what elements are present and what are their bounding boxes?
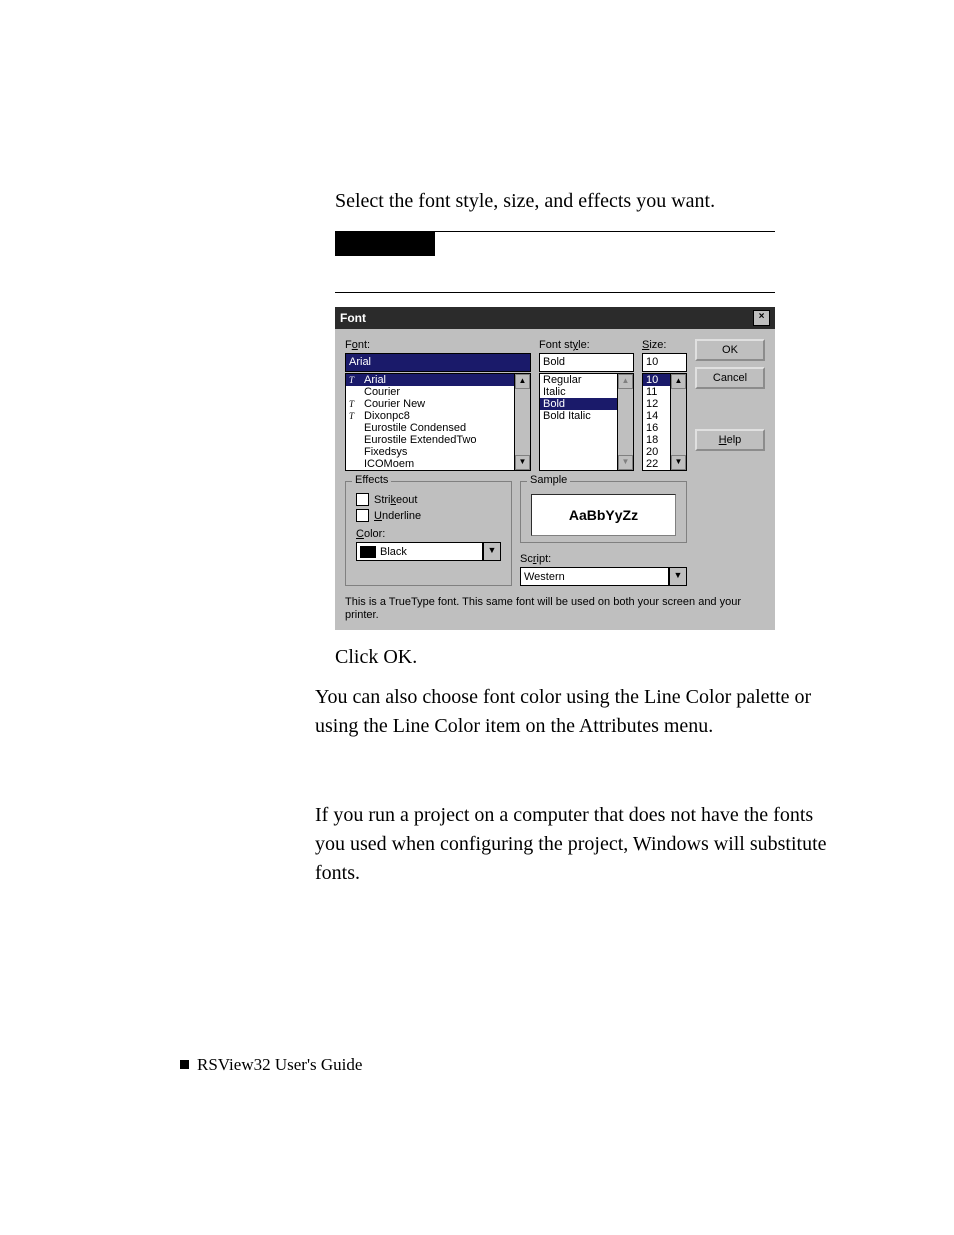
chevron-down-icon[interactable]: ▼ [483, 542, 501, 561]
color-swatch-icon [360, 546, 376, 558]
instruction-text: Select the font style, size, and effects… [335, 190, 834, 213]
body-paragraph: You can also choose font color using the… [315, 683, 834, 741]
effects-group: Effects Strikeout Underline Color: Black… [345, 481, 512, 586]
scrollbar[interactable]: ▲▼ [514, 373, 531, 471]
ok-button[interactable]: OK [695, 339, 765, 361]
list-item: TCourier New [346, 398, 515, 410]
list-item: Eurostile ExtendedTwo [346, 434, 515, 446]
scroll-down-icon: ▼ [515, 455, 530, 470]
list-item: 20 [643, 446, 671, 458]
script-combo[interactable]: Western ▼ [520, 567, 687, 586]
color-combo[interactable]: Black ▼ [356, 542, 501, 561]
font-list[interactable]: TArial Courier TCourier New TDixonpc8 Eu… [345, 373, 531, 471]
size-input[interactable]: 10 [642, 353, 687, 372]
list-item: ICOMoem [346, 458, 515, 470]
sample-legend: Sample [527, 474, 570, 486]
list-item: TDixonpc8 [346, 410, 515, 422]
dialog-title: Font [340, 311, 366, 325]
list-item: 12 [643, 398, 671, 410]
scroll-up-icon: ▲ [515, 374, 530, 389]
body-paragraph: If you run a project on a computer that … [315, 801, 834, 888]
underline-checkbox[interactable]: Underline [356, 509, 501, 522]
color-label: Color: [356, 528, 501, 540]
help-button[interactable]: Help [695, 429, 765, 451]
divider [335, 292, 775, 293]
redacted-block [335, 232, 435, 256]
scroll-down-icon: ▼ [618, 455, 633, 470]
checkbox-icon [356, 509, 369, 522]
list-item: Fixedsys [346, 446, 515, 458]
scrollbar[interactable]: ▲▼ [670, 373, 687, 471]
truetype-icon: T [349, 374, 361, 386]
list-item: Bold Italic [540, 410, 618, 422]
close-icon[interactable]: × [753, 310, 770, 326]
list-item: Regular [540, 374, 618, 386]
list-item: Italic [540, 386, 618, 398]
truetype-icon: T [349, 410, 361, 422]
truetype-icon: T [349, 398, 361, 410]
effects-legend: Effects [352, 474, 391, 486]
style-label: Font style: [539, 339, 634, 351]
cancel-button[interactable]: Cancel [695, 367, 765, 389]
step-text: Click OK. [335, 646, 834, 669]
list-item: TArial [346, 374, 515, 386]
list-item: 16 [643, 422, 671, 434]
list-item: 14 [643, 410, 671, 422]
font-label: Font: [345, 339, 531, 351]
scroll-up-icon: ▲ [671, 374, 686, 389]
font-dialog: Font × Font: Arial TArial Courier TCouri… [335, 307, 775, 630]
list-item: Courier [346, 386, 515, 398]
font-input[interactable]: Arial [345, 353, 531, 372]
list-item: 18 [643, 434, 671, 446]
scroll-up-icon: ▲ [618, 374, 633, 389]
list-item: 10 [643, 374, 671, 386]
style-input[interactable]: Bold [539, 353, 634, 372]
dialog-titlebar: Font × [335, 307, 775, 329]
script-label: Script: [520, 553, 687, 565]
list-item: 11 [643, 386, 671, 398]
sample-text: AaBbYyZz [531, 494, 676, 536]
scroll-down-icon: ▼ [671, 455, 686, 470]
list-item: Bold [540, 398, 618, 410]
strikeout-checkbox[interactable]: Strikeout [356, 493, 501, 506]
page-footer: RSView32 User's Guide [180, 1055, 362, 1075]
list-item: Eurostile Condensed [346, 422, 515, 434]
bullet-icon [180, 1060, 189, 1069]
font-note: This is a TrueType font. This same font … [345, 596, 765, 622]
list-item: 22 [643, 458, 671, 470]
checkbox-icon [356, 493, 369, 506]
chevron-down-icon[interactable]: ▼ [669, 567, 687, 586]
size-label: Size: [642, 339, 687, 351]
scrollbar: ▲▼ [617, 373, 634, 471]
sample-group: Sample AaBbYyZz [520, 481, 687, 543]
